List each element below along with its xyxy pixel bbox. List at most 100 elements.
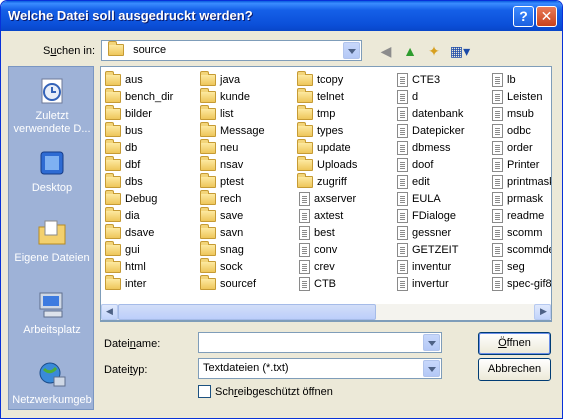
folder-item[interactable]: Message: [200, 122, 265, 139]
file-item[interactable]: readme: [490, 208, 544, 224]
chevron-down-icon[interactable]: [343, 42, 360, 59]
folder-item[interactable]: list: [200, 105, 233, 122]
up-folder-icon[interactable]: ▲: [400, 41, 420, 61]
file-item[interactable]: CTE3: [395, 72, 440, 88]
item-label: msub: [507, 108, 534, 121]
filename-input[interactable]: [198, 332, 442, 353]
folder-item[interactable]: sourcef: [200, 275, 256, 292]
folder-item[interactable]: savn: [200, 224, 243, 241]
place-network[interactable]: Netzwerkumgeb: [9, 359, 95, 407]
scroll-left-button[interactable]: ◀: [101, 304, 118, 320]
scroll-right-button[interactable]: ▶: [534, 304, 551, 320]
file-item[interactable]: lb: [490, 72, 516, 88]
file-item[interactable]: printmask: [490, 174, 551, 190]
folder-item[interactable]: rech: [200, 190, 241, 207]
file-item[interactable]: EULA: [395, 191, 441, 207]
file-item[interactable]: seg: [490, 259, 525, 275]
file-item[interactable]: d: [395, 89, 418, 105]
file-item[interactable]: scomm: [490, 225, 542, 241]
chevron-down-icon[interactable]: [423, 360, 440, 377]
folder-item[interactable]: dsave: [105, 224, 154, 241]
place-my-documents[interactable]: Eigene Dateien: [9, 217, 95, 265]
file-item[interactable]: invertur: [395, 276, 449, 292]
folder-item[interactable]: kunde: [200, 88, 250, 105]
folder-item[interactable]: inter: [105, 275, 146, 292]
open-button[interactable]: Öffnen: [478, 332, 551, 355]
file-item[interactable]: Printer: [490, 157, 539, 173]
views-menu-icon[interactable]: ▦▾: [448, 41, 472, 61]
folder-item[interactable]: gui: [105, 241, 140, 258]
place-my-computer[interactable]: Arbeitsplatz: [9, 289, 95, 337]
folder-item[interactable]: snag: [200, 241, 244, 258]
place-recent[interactable]: Zuletzt verwendete D...: [9, 75, 95, 136]
filetype-dropdown[interactable]: Textdateien (*.txt): [198, 358, 442, 379]
item-label: bilder: [125, 108, 152, 121]
folder-item[interactable]: zugriff: [297, 173, 347, 190]
chevron-down-icon[interactable]: [423, 334, 440, 351]
back-icon[interactable]: ◀: [376, 41, 396, 61]
item-label: kunde: [220, 91, 250, 104]
item-label: Datepicker: [412, 125, 465, 138]
file-item[interactable]: msub: [490, 106, 534, 122]
folder-item[interactable]: bus: [105, 122, 143, 139]
file-item[interactable]: best: [297, 225, 335, 241]
title-bar[interactable]: Welche Datei soll ausgedruckt werden? ? …: [1, 1, 562, 31]
item-label: neu: [220, 142, 239, 155]
folder-item[interactable]: bilder: [105, 105, 152, 122]
folder-icon: [105, 224, 121, 240]
file-item[interactable]: edit: [395, 174, 430, 190]
file-item[interactable]: Leisten: [490, 89, 542, 105]
folder-item[interactable]: aus: [105, 71, 143, 88]
folder-item[interactable]: bench_dir: [105, 88, 173, 105]
file-item[interactable]: conv: [297, 242, 337, 258]
file-list[interactable]: aus bench_dir bilder bus db dbf dbs Debug dia dsa…: [100, 66, 552, 322]
folder-item[interactable]: sock: [200, 258, 243, 275]
folder-item[interactable]: java: [200, 71, 240, 88]
cancel-button[interactable]: Abbrechen: [478, 358, 551, 381]
close-button[interactable]: ✕: [536, 6, 557, 27]
folder-item[interactable]: tmp: [297, 105, 335, 122]
file-item[interactable]: axserver: [297, 191, 356, 207]
folder-item[interactable]: db: [105, 139, 137, 156]
folder-item[interactable]: ptest: [200, 173, 244, 190]
lookin-dropdown[interactable]: source: [101, 40, 362, 61]
folder-item[interactable]: update: [297, 139, 351, 156]
file-item[interactable]: prmask: [490, 191, 543, 207]
folder-item[interactable]: Debug: [105, 190, 157, 207]
place-desktop[interactable]: Desktop: [9, 147, 95, 195]
folder-item[interactable]: neu: [200, 139, 239, 156]
folder-item[interactable]: types: [297, 122, 343, 139]
file-item[interactable]: dbmess: [395, 140, 451, 156]
folder-item[interactable]: dia: [105, 207, 140, 224]
text-file-icon: [397, 141, 408, 156]
file-item[interactable]: inventur: [395, 259, 451, 275]
readonly-label[interactable]: Schreibgeschützt öffnen: [215, 386, 333, 398]
file-item[interactable]: order: [490, 140, 533, 156]
help-button[interactable]: ?: [513, 6, 534, 27]
horizontal-scrollbar[interactable]: ◀ ▶: [100, 304, 552, 321]
file-item[interactable]: FDialoge: [395, 208, 456, 224]
file-item[interactable]: doof: [395, 157, 433, 173]
folder-item[interactable]: Uploads: [297, 156, 357, 173]
folder-item[interactable]: tcopy: [297, 71, 343, 88]
scrollbar-thumb[interactable]: [118, 304, 376, 320]
file-item[interactable]: odbc: [490, 123, 531, 139]
folder-item[interactable]: dbs: [105, 173, 143, 190]
file-item[interactable]: crev: [297, 259, 335, 275]
file-item[interactable]: axtest: [297, 208, 343, 224]
folder-item[interactable]: save: [200, 207, 243, 224]
file-item[interactable]: spec-gif8: [490, 276, 551, 292]
new-folder-icon[interactable]: ✦: [424, 41, 444, 61]
readonly-checkbox[interactable]: [198, 385, 211, 398]
file-item[interactable]: gessner: [395, 225, 451, 241]
folder-item[interactable]: html: [105, 258, 146, 275]
file-item[interactable]: CTB: [297, 276, 336, 292]
file-item[interactable]: Datepicker: [395, 123, 465, 139]
file-item[interactable]: scommde: [490, 242, 551, 258]
folder-item[interactable]: dbf: [105, 156, 140, 173]
file-item[interactable]: datenbank: [395, 106, 463, 122]
folder-item[interactable]: nsav: [200, 156, 243, 173]
item-label: Leisten: [507, 91, 543, 104]
folder-item[interactable]: telnet: [297, 88, 344, 105]
file-item[interactable]: GETZEIT: [395, 242, 458, 258]
